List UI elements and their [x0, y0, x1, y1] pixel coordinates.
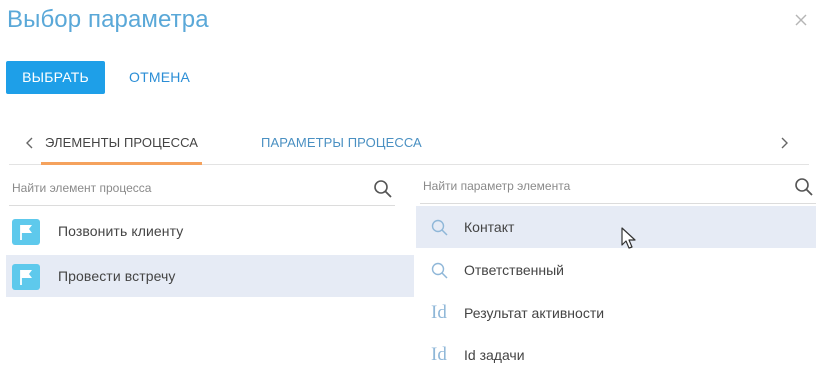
list-item[interactable]: Ответственный [416, 249, 816, 291]
mouse-cursor-icon [620, 227, 638, 251]
list-item-label: Провести встречу [58, 268, 176, 284]
flag-icon [12, 219, 40, 245]
tab-process-parameters[interactable]: ПАРАМЕТРЫ ПРОЦЕССА [261, 126, 422, 162]
chevron-right-icon[interactable] [777, 135, 791, 151]
list-item-label: Результат активности [464, 305, 605, 321]
search-icon[interactable] [794, 177, 814, 197]
dialog-title: Выбор параметра [7, 6, 209, 33]
list-item-label: Позвонить клиенту [58, 223, 184, 239]
tabs-bar: ЭЛЕМЕНТЫ ПРОЦЕССА ПАРАМЕТРЫ ПРОЦЕССА [9, 126, 809, 165]
close-icon[interactable] [792, 11, 810, 29]
lookup-icon [430, 261, 450, 281]
tab-process-elements[interactable]: ЭЛЕМЕНТЫ ПРОЦЕССА [41, 126, 203, 165]
search-icon[interactable] [373, 179, 393, 199]
list-item[interactable]: Позвонить клиенту [6, 210, 414, 252]
parameter-search [420, 171, 816, 204]
element-search [9, 173, 395, 206]
list-item[interactable]: Id Результат активности [416, 292, 816, 334]
list-item[interactable]: Id Id задачи [416, 334, 816, 376]
element-search-input[interactable] [9, 173, 362, 203]
cancel-button[interactable]: ОТМЕНА [129, 61, 190, 94]
parameter-search-input[interactable] [420, 171, 783, 201]
lookup-icon [430, 218, 450, 238]
element-list: Позвонить клиенту Провести встречу [6, 210, 414, 300]
select-button[interactable]: ВЫБРАТЬ [6, 61, 105, 94]
parameter-list: Контакт Ответственный Id Результат актив… [416, 206, 816, 375]
chevron-left-icon[interactable] [23, 135, 37, 151]
list-item-label: Ответственный [464, 262, 564, 278]
flag-icon [12, 264, 40, 290]
id-icon: Id [431, 344, 447, 365]
list-item[interactable]: Контакт [416, 206, 816, 248]
list-item-label: Контакт [464, 219, 515, 235]
id-icon: Id [431, 302, 447, 323]
list-item-label: Id задачи [464, 347, 525, 363]
list-item[interactable]: Провести встречу [6, 255, 414, 297]
